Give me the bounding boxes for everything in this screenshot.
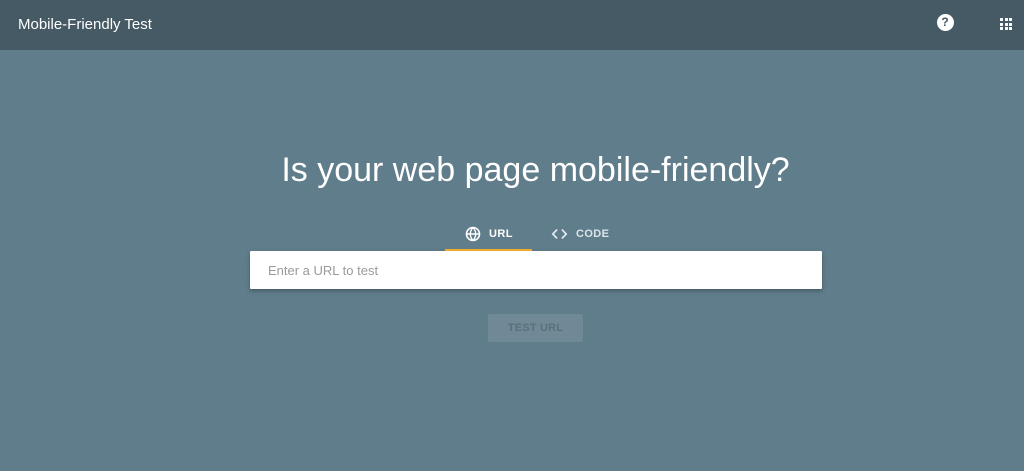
tab-url-label: URL — [489, 228, 513, 240]
tab-code-label: CODE — [576, 228, 610, 240]
url-input-card — [250, 251, 822, 289]
test-mode-tabs: URL CODE — [445, 216, 622, 252]
test-url-button[interactable]: TEST URL — [488, 314, 583, 342]
tab-url[interactable]: URL — [445, 216, 532, 252]
code-icon — [551, 228, 568, 240]
app-bar: Mobile-Friendly Test ? — [0, 0, 1024, 50]
help-circle-icon: ? — [936, 13, 954, 31]
tab-code[interactable]: CODE — [532, 216, 622, 252]
apps-button[interactable] — [995, 14, 1017, 36]
globe-icon — [465, 226, 481, 242]
url-input[interactable] — [250, 251, 822, 289]
help-button[interactable]: ? — [934, 11, 956, 33]
app-title: Mobile-Friendly Test — [18, 16, 152, 33]
apps-grid-icon — [1000, 18, 1012, 30]
page-title: Is your web page mobile-friendly? — [281, 151, 790, 189]
